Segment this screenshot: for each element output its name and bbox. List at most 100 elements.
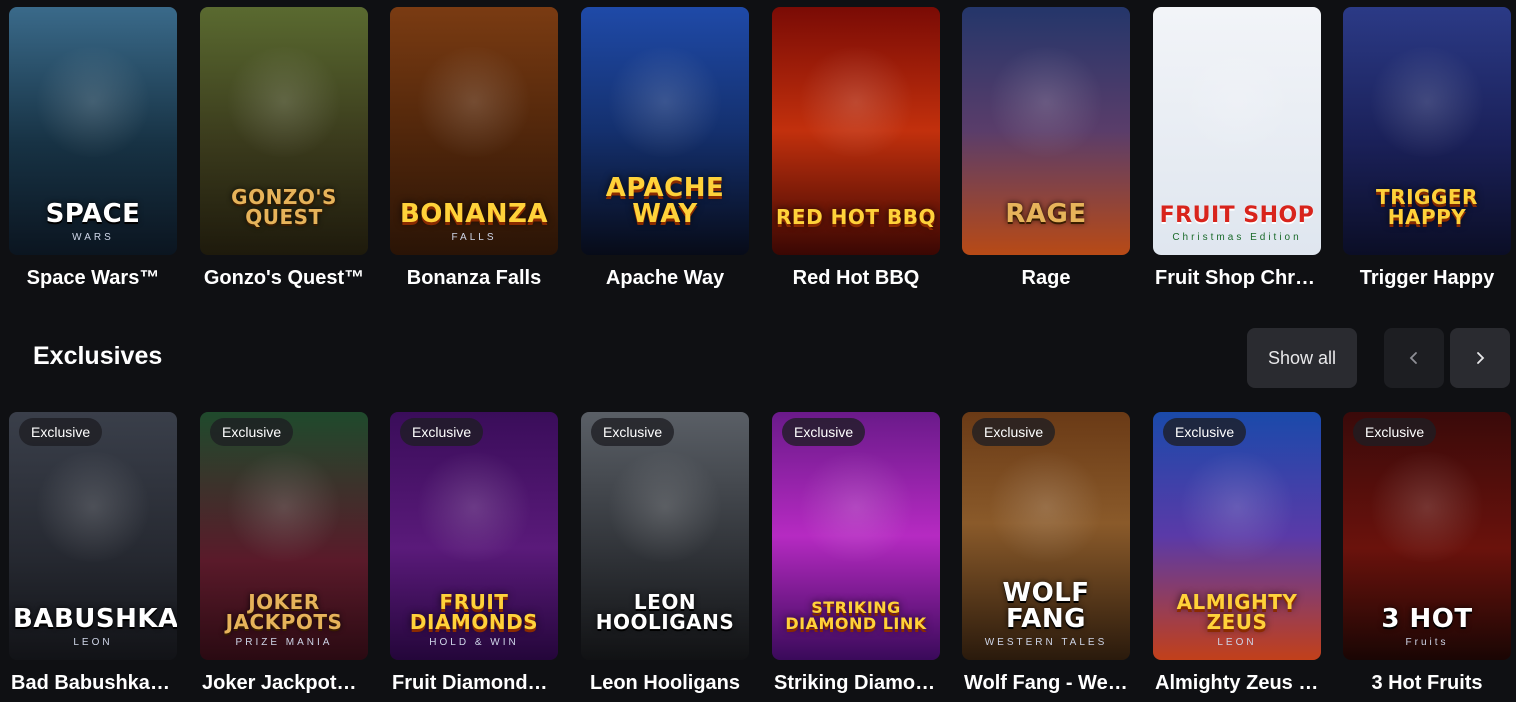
artwork-subtitle: FALLS — [451, 232, 497, 243]
exclusive-badge: Exclusive — [782, 418, 866, 446]
exclusive-badge: Exclusive — [19, 418, 103, 446]
game-card[interactable]: RED HOT BBQ Red Hot BBQ — [772, 7, 940, 290]
artwork-glow — [33, 47, 153, 157]
artwork-glow — [224, 47, 344, 157]
exclusive-badge: Exclusive — [400, 418, 484, 446]
artwork-title: FRUIT DIAMONDS — [409, 590, 539, 634]
game-thumbnail[interactable]: RAGE — [962, 7, 1130, 255]
artwork-subtitle: Fruits — [1405, 637, 1449, 648]
game-card[interactable]: WOLF FANG WESTERN TALES Exclusive Wolf Fang… — [962, 412, 1130, 695]
artwork-glow — [796, 47, 916, 157]
carousel-prev-button[interactable] — [1384, 328, 1444, 388]
artwork-subtitle: Christmas Edition — [1172, 232, 1302, 243]
artwork-glow — [605, 452, 725, 562]
artwork-title: TRIGGER HAPPY — [1376, 185, 1478, 229]
artwork-glow — [986, 47, 1106, 157]
exclusive-badge: Exclusive — [1353, 418, 1437, 446]
artwork-glow — [1177, 47, 1297, 157]
game-thumbnail[interactable]: TRIGGER HAPPY — [1343, 7, 1511, 255]
game-title[interactable]: Wolf Fang - Western Tales — [962, 672, 1130, 695]
game-title[interactable]: Joker Jackpots Prize Mania — [200, 672, 368, 695]
game-title[interactable]: Bonanza Falls — [390, 267, 558, 290]
show-all-button[interactable]: Show all — [1247, 328, 1357, 388]
game-card[interactable]: STRIKING DIAMOND LINK Exclusive Striking D… — [772, 412, 940, 695]
exclusive-badge: Exclusive — [972, 418, 1056, 446]
game-thumbnail[interactable]: APACHE WAY — [581, 7, 749, 255]
game-title[interactable]: Leon Hooligans — [581, 672, 749, 695]
game-card[interactable]: BONANZA FALLS Bonanza Falls — [390, 7, 558, 290]
artwork-glow — [1177, 452, 1297, 562]
game-thumbnail[interactable]: FRUIT DIAMONDS HOLD & WIN Exclusive — [390, 412, 558, 660]
artwork-title: STRIKING DIAMOND LINK — [785, 598, 927, 633]
game-card[interactable]: ALMIGHTY ZEUS LEON Exclusive Almighty Zeus … — [1153, 412, 1321, 695]
game-thumbnail[interactable]: STRIKING DIAMOND LINK Exclusive — [772, 412, 940, 660]
game-card[interactable]: FRUIT SHOP Christmas Edition Fruit Shop Ch… — [1153, 7, 1321, 290]
artwork-glow — [605, 47, 725, 157]
game-card[interactable]: FRUIT DIAMONDS HOLD & WIN Exclusive Fruit D… — [390, 412, 558, 695]
artwork-glow — [796, 452, 916, 562]
game-title[interactable]: Almighty Zeus Leon — [1153, 672, 1321, 695]
game-thumbnail[interactable]: GONZO'S QUEST — [200, 7, 368, 255]
artwork-title: JOKER JACKPOTS — [225, 590, 343, 634]
game-card[interactable]: LEON HOOLIGANS Exclusive Leon Hooligans — [581, 412, 749, 695]
artwork-title: GONZO'S QUEST — [231, 185, 337, 229]
chevron-left-icon — [1409, 352, 1417, 364]
artwork-title: FRUIT SHOP — [1159, 203, 1315, 228]
game-title[interactable]: Rage — [962, 267, 1130, 290]
game-card[interactable]: SPACE WARS Space Wars™ — [9, 7, 177, 290]
artwork-title: RAGE — [1005, 199, 1087, 229]
artwork-title: SPACE — [45, 199, 141, 229]
artwork-glow — [414, 47, 534, 157]
game-card[interactable]: RAGE Rage — [962, 7, 1130, 290]
chevron-right-icon — [1477, 352, 1485, 364]
game-title[interactable]: 3 Hot Fruits — [1343, 672, 1511, 695]
artwork-title: BABUSHKAS — [13, 604, 177, 634]
game-thumbnail[interactable]: SPACE WARS — [9, 7, 177, 255]
artwork-glow — [986, 452, 1106, 562]
game-card[interactable]: TRIGGER HAPPY Trigger Happy — [1343, 7, 1511, 290]
artwork-glow — [1367, 47, 1487, 157]
game-thumbnail[interactable]: ALMIGHTY ZEUS LEON Exclusive — [1153, 412, 1321, 660]
artwork-glow — [1367, 452, 1487, 562]
artwork-glow — [33, 452, 153, 562]
game-thumbnail[interactable]: JOKER JACKPOTS PRIZE MANIA Exclusive — [200, 412, 368, 660]
game-title[interactable]: Red Hot BBQ — [772, 267, 940, 290]
game-thumbnail[interactable]: RED HOT BBQ — [772, 7, 940, 255]
game-card[interactable]: 3 HOT Fruits Exclusive 3 Hot Fruits — [1343, 412, 1511, 695]
carousel-next-button[interactable] — [1450, 328, 1510, 388]
game-thumbnail[interactable]: FRUIT SHOP Christmas Edition — [1153, 7, 1321, 255]
game-title[interactable]: Space Wars™ — [9, 267, 177, 290]
artwork-subtitle: WESTERN TALES — [984, 637, 1108, 648]
section-title-exclusives: Exclusives — [33, 342, 163, 370]
game-thumbnail[interactable]: 3 HOT Fruits Exclusive — [1343, 412, 1511, 660]
game-card[interactable]: BABUSHKAS LEON Exclusive Bad Babushkas Leon — [9, 412, 177, 695]
artwork-subtitle: LEON — [73, 637, 113, 648]
artwork-title: LEON HOOLIGANS — [595, 590, 735, 634]
exclusive-badge: Exclusive — [1163, 418, 1247, 446]
artwork-subtitle: PRIZE MANIA — [235, 637, 333, 648]
game-title[interactable]: Fruit Shop Christmas Edition — [1153, 267, 1321, 290]
artwork-title: APACHE WAY — [605, 173, 725, 229]
game-title[interactable]: Trigger Happy — [1343, 267, 1511, 290]
game-thumbnail[interactable]: LEON HOOLIGANS Exclusive — [581, 412, 749, 660]
game-card[interactable]: JOKER JACKPOTS PRIZE MANIA Exclusive Joker … — [200, 412, 368, 695]
game-title[interactable]: Striking Diamond Link — [772, 672, 940, 695]
game-thumbnail[interactable]: BONANZA FALLS — [390, 7, 558, 255]
artwork-subtitle: LEON — [1217, 637, 1257, 648]
game-title[interactable]: Apache Way — [581, 267, 749, 290]
game-card[interactable]: GONZO'S QUEST Gonzo's Quest™ — [200, 7, 368, 290]
artwork-title: RED HOT BBQ — [776, 205, 936, 229]
game-thumbnail[interactable]: BABUSHKAS LEON Exclusive — [9, 412, 177, 660]
game-card[interactable]: APACHE WAY Apache Way — [581, 7, 749, 290]
artwork-title: WOLF FANG — [1002, 578, 1090, 634]
game-thumbnail[interactable]: WOLF FANG WESTERN TALES Exclusive — [962, 412, 1130, 660]
game-title[interactable]: Fruit Diamonds Hold & Win — [390, 672, 558, 695]
artwork-glow — [414, 452, 534, 562]
artwork-subtitle: WARS — [72, 232, 114, 243]
artwork-glow — [224, 452, 344, 562]
artwork-title: ALMIGHTY ZEUS — [1176, 590, 1298, 634]
artwork-title: 3 HOT — [1381, 604, 1473, 634]
game-title[interactable]: Gonzo's Quest™ — [200, 267, 368, 290]
game-title[interactable]: Bad Babushkas Leon — [9, 672, 177, 695]
artwork-title: BONANZA — [399, 199, 549, 229]
